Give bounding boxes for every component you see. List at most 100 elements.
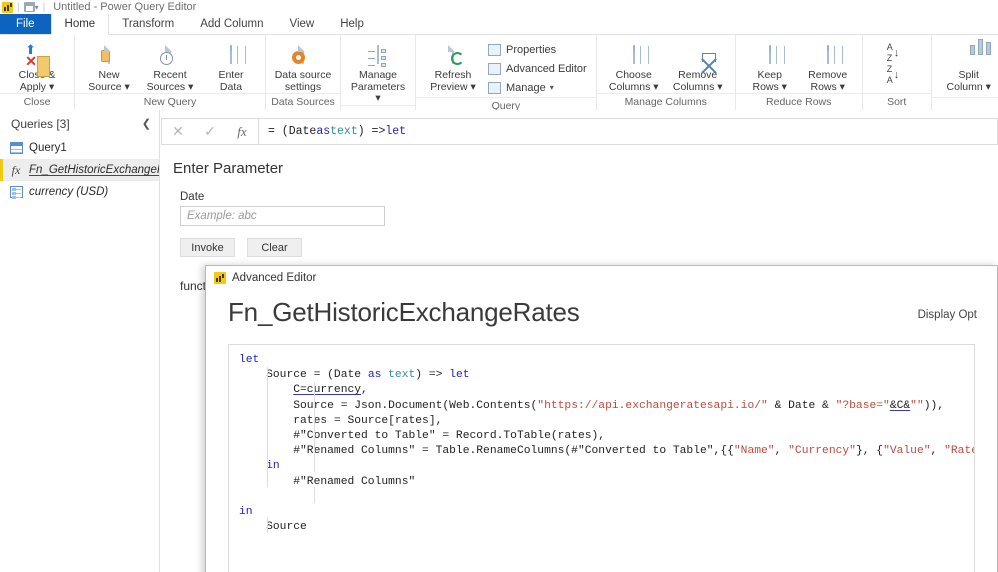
parameter-icon: [9, 185, 23, 199]
ribbon-button-remove-rows[interactable]: Remove Rows ▾: [799, 38, 857, 93]
code-line: in: [239, 505, 974, 520]
ribbon-button-label: Remove Rows ▾: [808, 69, 848, 93]
new-source-icon: [101, 45, 110, 64]
ribbon-command-manage[interactable]: Manage ▾: [485, 78, 591, 97]
ribbon-command-label: Manage: [506, 81, 546, 94]
display-options-link[interactable]: Display Opt: [918, 309, 977, 328]
titlebar-separator-2: |: [42, 1, 46, 13]
chevron-down-icon[interactable]: ▾: [35, 3, 39, 12]
manage-parameters-icon: [368, 45, 386, 67]
chevron-left-icon[interactable]: ❮: [142, 117, 151, 130]
code-token: ,: [361, 384, 368, 397]
query-list: Query1 fx Fn_GetHistoricExchangeR...curren…: [0, 137, 159, 203]
formula-token: ) =>: [357, 125, 386, 138]
indent-guide: [314, 382, 315, 472]
code-token: ,: [774, 445, 789, 458]
indent-guide: [267, 517, 268, 533]
code-line: in: [239, 459, 974, 474]
remove-rows-icon: [826, 45, 829, 64]
cancel-x-icon[interactable]: ✕: [162, 123, 194, 140]
queries-pane-title: Queries [3]: [11, 116, 70, 131]
clear-button[interactable]: Clear: [247, 238, 302, 257]
ribbon-button-close-apply[interactable]: ✕ ⬆ Close & Apply ▾: [5, 38, 69, 93]
code-line: #"Renamed Columns": [239, 475, 974, 490]
code-token: #"Renamed Columns": [239, 475, 416, 488]
code-line: Source = (Date as text) => let: [239, 368, 974, 383]
ribbon-command-advanced-editor[interactable]: Advanced Editor: [485, 59, 591, 78]
refresh-preview-icon: [451, 45, 464, 65]
ribbon-button-data-source-settings[interactable]: Data source settings: [271, 38, 335, 93]
queries-pane: Queries [3] ❮ Query1 fx Fn_GetHistoricExch…: [0, 110, 160, 572]
ribbon-group-sort: A Z ↓ Z A ↓ Sort: [861, 35, 931, 110]
query-list-item-label: Fn_GetHistoricExchangeR...: [29, 164, 159, 176]
ribbon-button-label: Enter Data: [218, 69, 244, 93]
code-content: let Source = (Date as text) => let C=cur…: [229, 353, 974, 535]
ribbon-button-choose-columns[interactable]: Choose Columns ▾: [602, 38, 666, 93]
code-token: }, {: [855, 445, 884, 458]
code-line: C=currency,: [239, 383, 974, 398]
window-title: Untitled - Power Query Editor: [53, 1, 197, 13]
titlebar-separator-1: |: [17, 1, 20, 13]
chevron-down-icon[interactable]: ▾: [550, 83, 554, 92]
save-icon[interactable]: [23, 2, 35, 12]
ribbon-button-enter-data[interactable]: Enter Data: [202, 38, 260, 93]
invoke-button[interactable]: Invoke: [180, 238, 235, 257]
ribbon: ✕ ⬆ Close & Apply ▾ Close New Source ▾ Recent…: [0, 35, 998, 110]
code-token: "Value": [883, 445, 931, 458]
query-name-heading: Fn_GetHistoricExchangeRates: [228, 297, 580, 327]
ribbon-group-label: Transform: [931, 97, 998, 110]
ribbon-button-manage-parameters[interactable]: Manage Parameters ▾: [346, 38, 410, 105]
ribbon-button-label: Choose Columns ▾: [608, 69, 659, 93]
ribbon-tab-home[interactable]: Home: [50, 14, 110, 35]
code-token: Source = Json.Document(Web.Contents(: [239, 399, 538, 412]
code-token: Source = (Date: [239, 369, 368, 382]
ribbon-button-refresh-preview[interactable]: Refresh Preview ▾: [421, 38, 485, 93]
table-icon: [9, 141, 23, 155]
advanced-editor-header: Fn_GetHistoricExchangeRates Display Opt: [206, 289, 997, 328]
enter-data-icon: [230, 45, 232, 64]
indent-guide: [267, 367, 268, 487]
code-token: "Currency": [788, 445, 856, 458]
accept-check-icon[interactable]: ✓: [194, 123, 226, 140]
date-field-label: Date: [180, 191, 205, 203]
code-token: "Name": [733, 445, 775, 458]
enter-parameter-title: Enter Parameter: [173, 160, 284, 177]
code-token: text: [388, 369, 416, 382]
ribbon-group-label: Reduce Rows: [735, 93, 862, 110]
ribbon-button-new-source[interactable]: New Source ▾: [80, 38, 138, 93]
recent-sources-icon: [160, 45, 173, 65]
ribbon-group-data-sources: Data source settings Data Sources: [265, 35, 340, 110]
ribbon-tab-add-column[interactable]: Add Column: [187, 14, 276, 34]
ribbon-button-keep-rows[interactable]: Keep Rows ▾: [741, 38, 799, 93]
code-token: )),: [923, 399, 945, 412]
ribbon-tab-file[interactable]: File: [0, 14, 51, 34]
query-list-item[interactable]: Query1: [0, 137, 159, 159]
ribbon-group-new-query: New Source ▾ Recent Sources ▾ Enter Data Ne…: [74, 35, 265, 110]
ribbon-button-label: Manage Parameters ▾: [350, 69, 406, 104]
formula-token: text: [330, 125, 358, 138]
ribbon-button-split-column[interactable]: Split Column ▾: [937, 38, 998, 93]
ribbon-tab-help[interactable]: Help: [327, 14, 377, 34]
code-editor[interactable]: let Source = (Date as text) => let C=cur…: [228, 344, 975, 572]
date-input[interactable]: Example: abc: [180, 206, 385, 226]
code-line: Source = Json.Document(Web.Contents("htt…: [239, 399, 974, 414]
ribbon-command-properties[interactable]: Properties: [485, 40, 591, 59]
ribbon-group-label: New Query: [75, 93, 265, 110]
formula-input[interactable]: = (Date as text) => let: [259, 118, 998, 145]
query-list-item[interactable]: currency (USD): [0, 181, 159, 203]
choose-columns-icon: [632, 45, 635, 64]
advanced-editor-titlebar: Advanced Editor: [206, 266, 997, 289]
ribbon-button-sort-ascending-descending-icon[interactable]: A Z ↓ Z A ↓: [868, 38, 926, 85]
ribbon-group-manage-columns: Choose Columns ▾ Remove Columns ▾ Manage C…: [595, 35, 735, 110]
power-bi-logo-icon: [2, 1, 13, 13]
fx-icon[interactable]: fx: [226, 124, 258, 140]
ribbon-small-commands: Properties Advanced Editor Manage ▾: [485, 38, 591, 97]
ribbon-button-remove-columns[interactable]: Remove Columns ▾: [666, 38, 730, 93]
ribbon-tab-transform[interactable]: Transform: [109, 14, 187, 34]
ribbon-button-recent-sources[interactable]: Recent Sources ▾: [138, 38, 202, 93]
query-list-item[interactable]: fx Fn_GetHistoricExchangeR...: [0, 159, 159, 181]
advanced-editor-icon: [487, 62, 502, 76]
code-line: #"Renamed Columns" = Table.RenameColumns…: [239, 444, 974, 459]
ribbon-tab-view[interactable]: View: [277, 14, 328, 34]
